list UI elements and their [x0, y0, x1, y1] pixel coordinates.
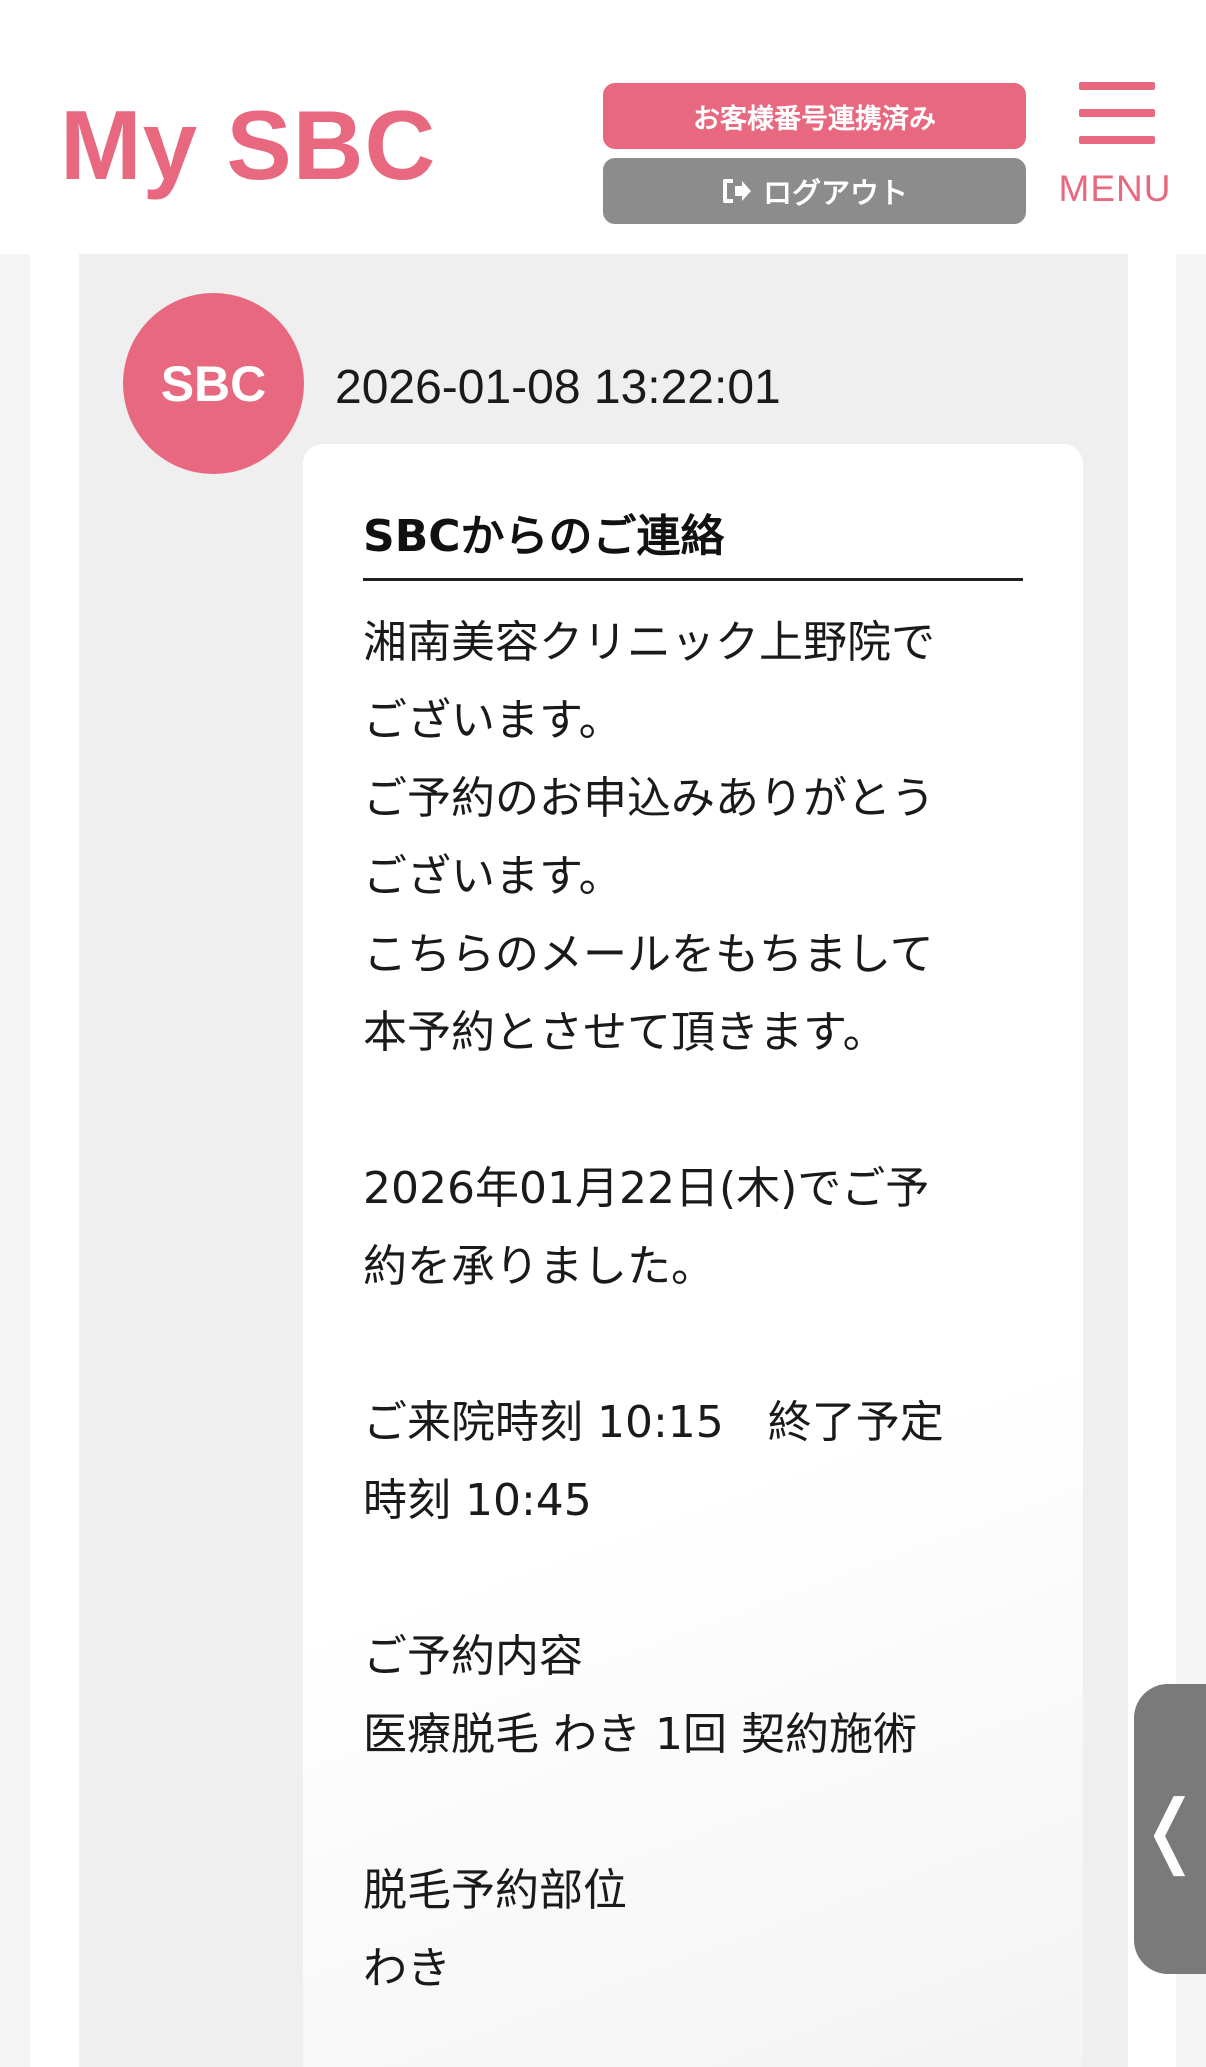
- left-gutter: [0, 254, 30, 2067]
- message-line: こちらのメールをもちまして: [363, 929, 934, 980]
- logout-button[interactable]: ログアウト: [603, 158, 1026, 224]
- header: My SBC お客様番号連携済み ログアウト MENU: [0, 0, 1206, 254]
- message-line: ご来院時刻 10:15 終了予定: [363, 1397, 944, 1448]
- message-line: 2026年01月22日(木)でご予: [363, 1163, 930, 1214]
- message-line: ございます。: [363, 851, 623, 902]
- customer-linked-label: お客様番号連携済み: [693, 103, 936, 135]
- message-title: SBCからのご連絡: [363, 500, 1023, 581]
- chevron-left-icon: ❬: [1136, 1782, 1204, 1876]
- logout-icon: [721, 177, 753, 205]
- message-line: [363, 1072, 1023, 1150]
- menu-label: MENU: [1058, 168, 1172, 209]
- logout-label: ログアウト: [762, 176, 908, 210]
- customer-linked-button[interactable]: お客様番号連携済み: [603, 83, 1026, 149]
- app-logo[interactable]: My SBC: [60, 96, 436, 194]
- page: My SBC お客様番号連携済み ログアウト MENU SBC 2026-01-…: [0, 0, 1206, 2067]
- message-timestamp: 2026-01-08 13:22:01: [335, 361, 781, 414]
- message-line: 脱毛予約部位: [363, 1865, 627, 1916]
- message-card: SBCからのご連絡 湘南美容クリニック上野院で ございます。 ご予約のお申込みあ…: [303, 444, 1083, 2067]
- side-drawer-tab[interactable]: ❬: [1134, 1684, 1206, 1974]
- message-line: 本予約とさせて頂きます。: [363, 1007, 887, 1058]
- message-line: ご予約内容: [363, 1631, 583, 1682]
- hamburger-icon: [1079, 82, 1155, 144]
- message-line: 湘南美容クリニック上野院で: [363, 617, 935, 668]
- message-line: わき: [363, 1943, 451, 1994]
- sender-avatar: SBC: [123, 293, 304, 474]
- message-line: 約を承りました。: [363, 1241, 715, 1292]
- message-line: [363, 1540, 1023, 1618]
- menu-button[interactable]: MENU: [1056, 82, 1174, 212]
- message-line: [363, 1774, 1023, 1852]
- sender-avatar-label: SBC: [160, 355, 267, 412]
- message-line: ございます。: [363, 695, 623, 746]
- message-line: ご予約のお申込みありがとう: [363, 773, 935, 824]
- message-line: 医療脱毛 わき 1回 契約施術: [363, 1709, 917, 1760]
- message-line: 時刻 10:45: [363, 1475, 592, 1526]
- message-line: [363, 1306, 1023, 1384]
- message-body: 湘南美容クリニック上野院で ございます。 ご予約のお申込みありがとう ございます…: [363, 604, 1023, 2008]
